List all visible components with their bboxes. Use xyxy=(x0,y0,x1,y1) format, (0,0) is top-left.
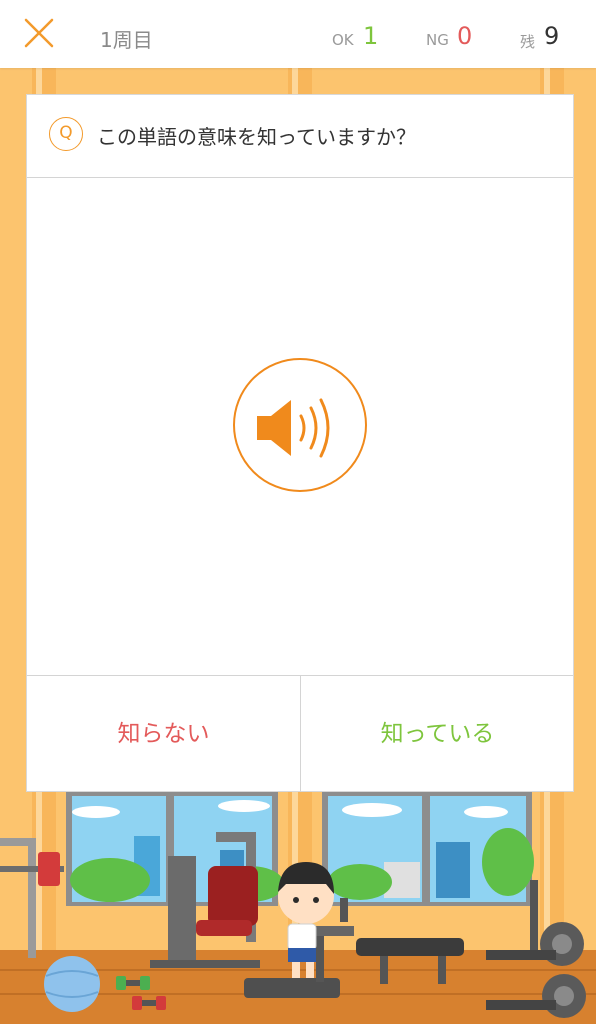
round-indicator: 1周目 xyxy=(100,28,153,52)
question-card: Q この単語の意味を知っていますか？ 知らない 知っている xyxy=(26,94,574,792)
exercise-ball xyxy=(44,956,100,1012)
ng-count: 0 xyxy=(457,22,473,50)
close-icon xyxy=(24,18,54,48)
question-header: Q この単語の意味を知っていますか？ xyxy=(27,95,573,178)
ng-label: NG xyxy=(426,31,449,49)
play-sound-button[interactable] xyxy=(233,358,367,492)
remaining-count: 9 xyxy=(544,22,560,50)
speaker-icon xyxy=(257,398,330,458)
dont-know-button[interactable]: 知らない xyxy=(27,676,301,792)
question-prompt: この単語の意味を知っていますか？ xyxy=(97,125,416,149)
close-button[interactable] xyxy=(18,14,58,54)
ok-label: OK xyxy=(332,31,354,49)
ok-count: 1 xyxy=(363,22,379,50)
know-button[interactable]: 知っている xyxy=(301,676,574,792)
q-icon: Q xyxy=(49,117,83,151)
answer-buttons: 知らない 知っている xyxy=(27,675,573,792)
window-right xyxy=(322,792,534,906)
top-bar: 1周目 OK 1 NG 0 残 9 xyxy=(0,0,596,68)
remaining-label: 残 xyxy=(520,33,536,51)
